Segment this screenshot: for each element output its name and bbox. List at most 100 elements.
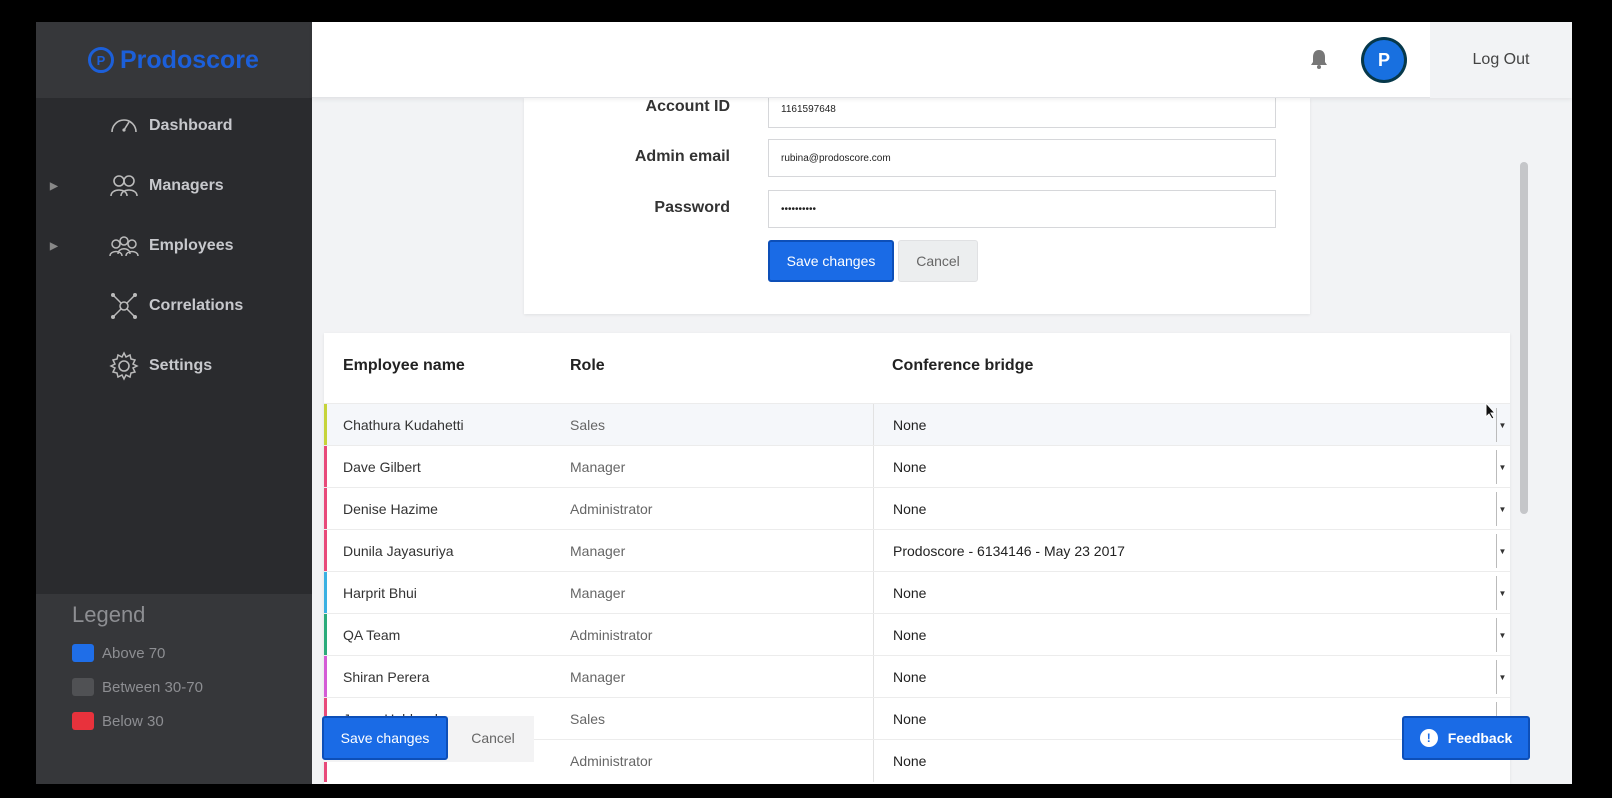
conference-bridge-select[interactable]: None <box>893 501 926 517</box>
sidebar-item-correlations[interactable]: Correlations <box>36 286 312 326</box>
legend-panel: Legend Above 70 Between 30-70 Below 30 <box>36 594 312 784</box>
correlations-icon <box>108 290 140 322</box>
admin-email-label: Admin email <box>634 148 730 165</box>
password-label: Password <box>654 199 730 216</box>
column-header-bridge[interactable]: Conference bridge <box>892 357 1033 375</box>
table-row[interactable]: Shiran Perera Manager None ▼ <box>324 655 1510 698</box>
feedback-label: Feedback <box>1447 730 1513 746</box>
employee-role: Administrator <box>570 501 653 517</box>
chevron-right-icon[interactable]: ▶ <box>50 241 58 252</box>
employee-name: Dunila Jayasuriya <box>343 543 454 559</box>
employee-role: Manager <box>570 459 626 475</box>
row-accent <box>324 404 327 446</box>
table-row[interactable]: QA Team Administrator None ▼ <box>324 613 1510 656</box>
bottom-cancel-button[interactable]: Cancel <box>452 716 534 760</box>
column-header-name[interactable]: Employee name <box>343 357 465 375</box>
conference-bridge-select[interactable]: None <box>893 459 926 475</box>
employee-role: Manager <box>570 669 626 685</box>
table-row[interactable]: Denise Hazime Administrator None ▼ <box>324 487 1510 530</box>
gear-icon <box>108 350 140 382</box>
conference-bridge-select[interactable]: None <box>893 711 926 727</box>
top-bar: P Log Out <box>312 22 1572 98</box>
conference-bridge-select[interactable]: None <box>893 585 926 601</box>
table-row[interactable]: Dunila Jayasuriya Manager Prodoscore - 6… <box>324 529 1510 572</box>
chevron-down-icon[interactable]: ▼ <box>1496 660 1508 694</box>
row-accent <box>324 530 327 572</box>
employee-role: Manager <box>570 585 626 601</box>
feedback-icon: ! <box>1419 729 1438 747</box>
cancel-button[interactable]: Cancel <box>898 240 978 282</box>
column-divider <box>873 530 874 572</box>
brand-logo[interactable]: P Prodoscore <box>36 22 312 98</box>
logout-button[interactable]: Log Out <box>1430 22 1572 98</box>
legend-title: Legend <box>72 602 146 627</box>
gauge-icon <box>108 110 140 142</box>
save-button[interactable]: Save changes <box>768 240 894 282</box>
column-divider <box>873 656 874 698</box>
legend-item: Below 30 <box>72 712 312 730</box>
conference-bridge-select[interactable]: Prodoscore - 6134146 - May 23 2017 <box>893 543 1125 559</box>
row-accent <box>324 488 327 530</box>
password-input[interactable] <box>768 190 1276 228</box>
chevron-down-icon[interactable]: ▼ <box>1496 408 1508 442</box>
account-id-label: Account ID <box>645 98 730 115</box>
legend-label: Above 70 <box>102 644 166 662</box>
chevron-down-icon[interactable]: ▼ <box>1496 492 1508 526</box>
row-accent <box>324 614 327 656</box>
sidebar-item-label: Settings <box>149 357 213 374</box>
sidebar-item-settings[interactable]: Settings <box>36 346 312 386</box>
chevron-down-icon[interactable]: ▼ <box>1496 618 1508 652</box>
admin-email-input[interactable] <box>768 139 1276 177</box>
sidebar-item-label: Dashboard <box>149 117 233 134</box>
employee-role: Administrator <box>570 753 653 769</box>
conference-bridge-select[interactable]: None <box>893 669 926 685</box>
employee-name: Harprit Bhui <box>343 585 417 601</box>
legend-swatch-red <box>72 712 94 730</box>
chevron-right-icon[interactable]: ▶ <box>50 181 58 192</box>
table-row[interactable]: Chathura Kudahetti Sales None ▼ <box>324 403 1510 446</box>
column-divider <box>873 404 874 446</box>
row-accent <box>324 446 327 488</box>
table-row[interactable]: Harprit Bhui Manager None ▼ <box>324 571 1510 614</box>
vertical-scrollbar[interactable] <box>1520 162 1528 514</box>
bottom-save-button[interactable]: Save changes <box>322 716 448 760</box>
column-divider <box>873 488 874 530</box>
bottom-action-bar: Save changes Cancel <box>322 716 534 762</box>
brand-name: Prodoscore <box>120 45 259 74</box>
employee-name: Denise Hazime <box>343 501 438 517</box>
column-header-role[interactable]: Role <box>570 357 605 375</box>
avatar[interactable]: P <box>1364 40 1404 80</box>
account-settings-card: Account ID Admin email Password Save cha… <box>524 90 1310 314</box>
chevron-down-icon[interactable]: ▼ <box>1496 450 1508 484</box>
managers-icon <box>108 170 140 202</box>
conference-bridge-select[interactable]: None <box>893 627 926 643</box>
sidebar-item-employees[interactable]: ▶ Employees <box>36 226 312 266</box>
bell-icon[interactable] <box>1310 49 1328 74</box>
sidebar: P Prodoscore Dashboard ▶ Managers ▶ Empl… <box>36 22 312 784</box>
employee-name: QA Team <box>343 627 401 643</box>
feedback-button[interactable]: ! Feedback <box>1402 716 1530 760</box>
mouse-cursor-icon <box>1485 401 1497 425</box>
table-row[interactable]: Dave Gilbert Manager None ▼ <box>324 445 1510 488</box>
sidebar-item-label: Correlations <box>149 297 244 314</box>
employee-role: Administrator <box>570 627 653 643</box>
employee-name: Dave Gilbert <box>343 459 421 475</box>
employee-role: Sales <box>570 711 606 727</box>
column-divider <box>873 698 874 740</box>
employee-role: Manager <box>570 543 626 559</box>
chevron-down-icon[interactable]: ▼ <box>1496 576 1508 610</box>
row-accent <box>324 656 327 698</box>
app-window: P Prodoscore Dashboard ▶ Managers ▶ Empl… <box>36 22 1572 784</box>
legend-label: Between 30-70 <box>102 678 203 696</box>
conference-bridge-select[interactable]: None <box>893 753 926 769</box>
sidebar-item-managers[interactable]: ▶ Managers <box>36 166 312 206</box>
sidebar-item-label: Managers <box>149 177 224 194</box>
employee-name: Chathura Kudahetti <box>343 417 464 433</box>
sidebar-item-dashboard[interactable]: Dashboard <box>36 106 312 146</box>
column-divider <box>873 446 874 488</box>
legend-item: Between 30-70 <box>72 678 312 696</box>
conference-bridge-select[interactable]: None <box>893 417 926 433</box>
chevron-down-icon[interactable]: ▼ <box>1496 534 1508 568</box>
legend-label: Below 30 <box>102 712 164 730</box>
legend-item: Above 70 <box>72 644 312 662</box>
